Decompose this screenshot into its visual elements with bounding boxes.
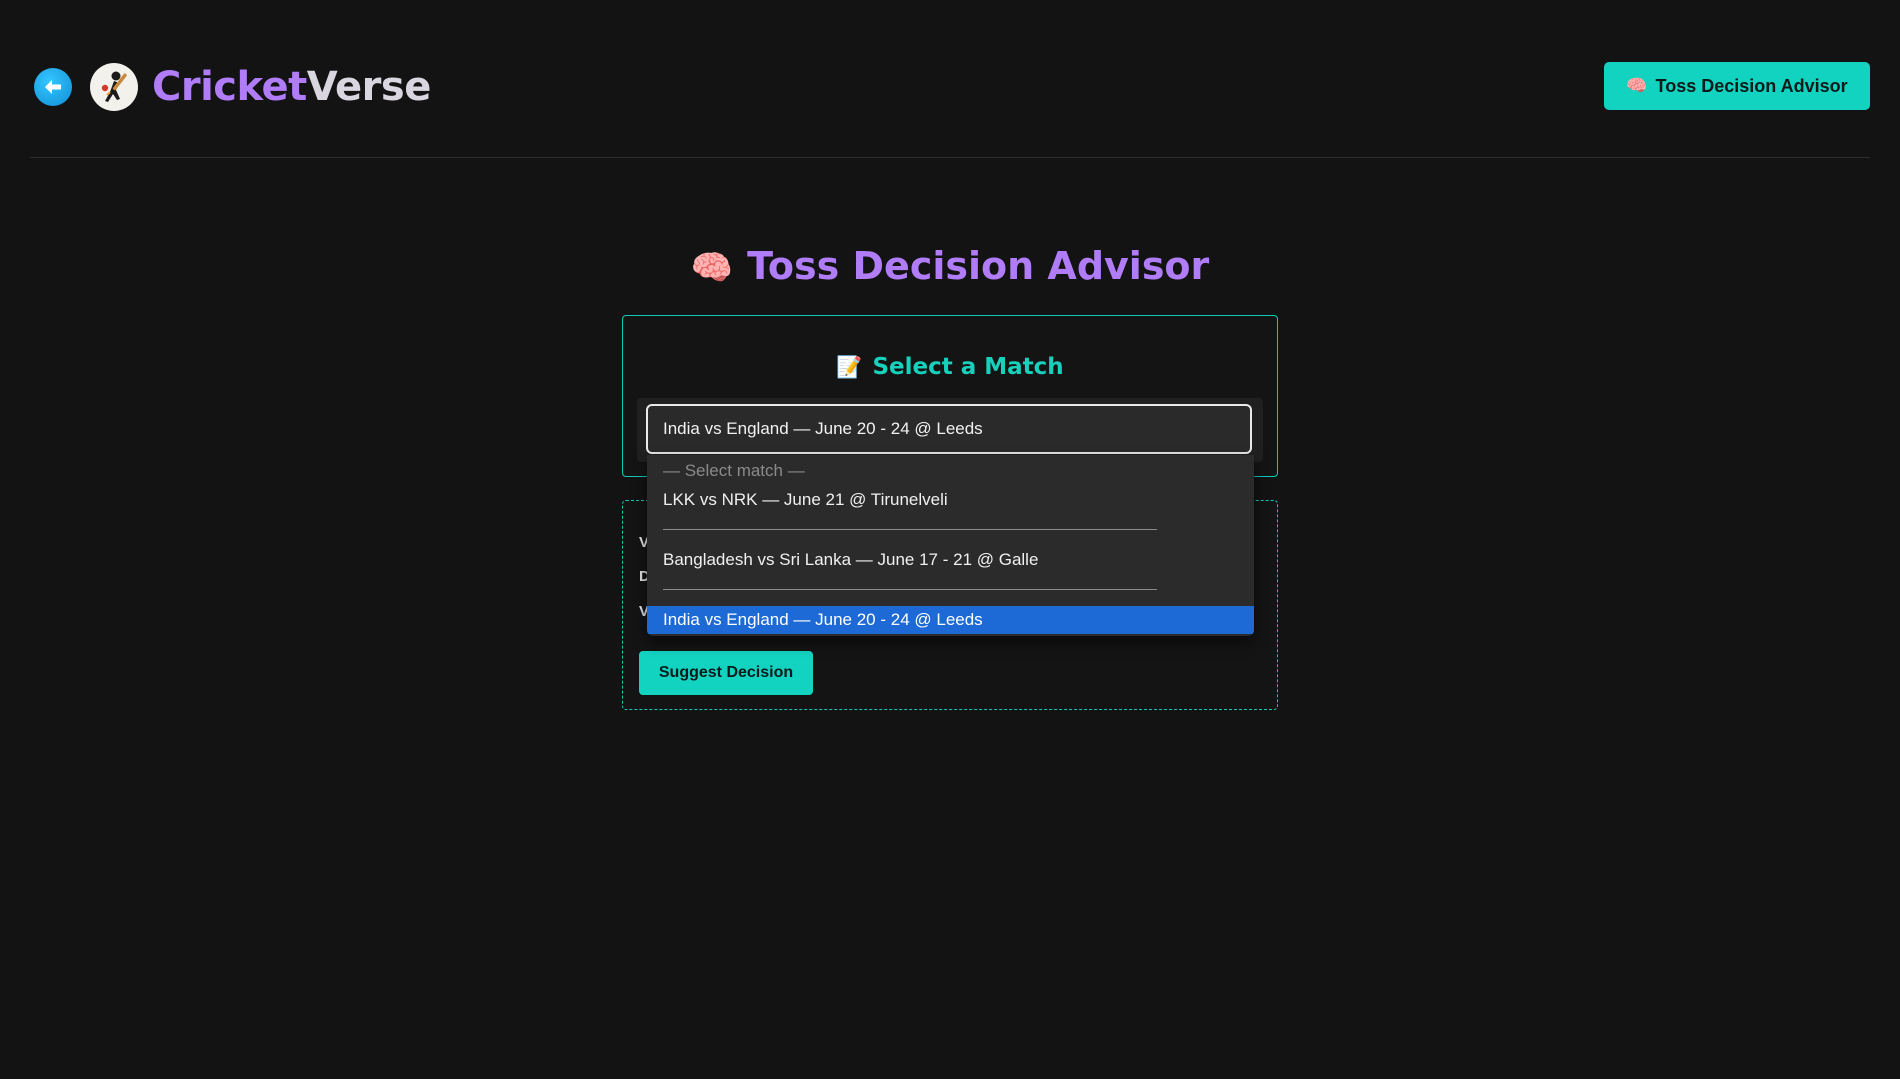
page-title-text: Toss Decision Advisor	[747, 244, 1210, 288]
dropdown-option[interactable]: LKK vs NRK — June 21 @ Tirunelveli	[647, 486, 1254, 514]
match-select-wrapper: India vs England — June 20 - 24 @ Leeds	[637, 398, 1263, 462]
arrow-left-icon	[45, 80, 61, 94]
select-match-heading-text: Select a Match	[872, 354, 1064, 380]
memo-icon: 📝	[836, 355, 863, 379]
brain-icon: 🧠	[1626, 76, 1648, 95]
match-dropdown-list: — Select match — LKK vs NRK — June 21 @ …	[647, 455, 1254, 636]
select-match-card: 📝 Select a Match India vs England — June …	[622, 315, 1278, 477]
dropdown-separator	[663, 589, 1157, 590]
dropdown-separator	[663, 529, 1157, 530]
brand: CricketVerse	[34, 59, 431, 115]
nav-button-label: Toss Decision Advisor	[1655, 75, 1848, 96]
suggest-decision-button[interactable]: Suggest Decision	[639, 651, 813, 695]
header: CricketVerse 🧠 Toss Decision Advisor	[30, 0, 1870, 158]
toss-advisor-nav-button[interactable]: 🧠 Toss Decision Advisor	[1604, 62, 1870, 110]
page: CricketVerse 🧠 Toss Decision Advisor 🧠 To…	[0, 0, 1900, 1079]
cricket-logo-icon[interactable]	[90, 63, 138, 111]
select-match-heading: 📝 Select a Match	[623, 354, 1277, 380]
dropdown-option[interactable]: Bangladesh vs Sri Lanka — June 17 - 21 @…	[647, 546, 1254, 574]
brand-name-part2: Verse	[306, 64, 432, 110]
cricket-batsman-icon	[101, 71, 127, 102]
dropdown-option-selected[interactable]: India vs England — June 20 - 24 @ Leeds	[647, 606, 1254, 634]
back-arrow-icon[interactable]	[34, 68, 72, 106]
brand-name-part1: Cricket	[152, 64, 307, 110]
brain-icon: 🧠	[690, 248, 734, 288]
brand-name[interactable]: CricketVerse	[152, 64, 431, 110]
dropdown-placeholder-option: — Select match —	[663, 461, 805, 480]
page-title: 🧠 Toss Decision Advisor	[0, 244, 1900, 288]
match-select[interactable]: India vs England — June 20 - 24 @ Leeds	[646, 404, 1252, 454]
